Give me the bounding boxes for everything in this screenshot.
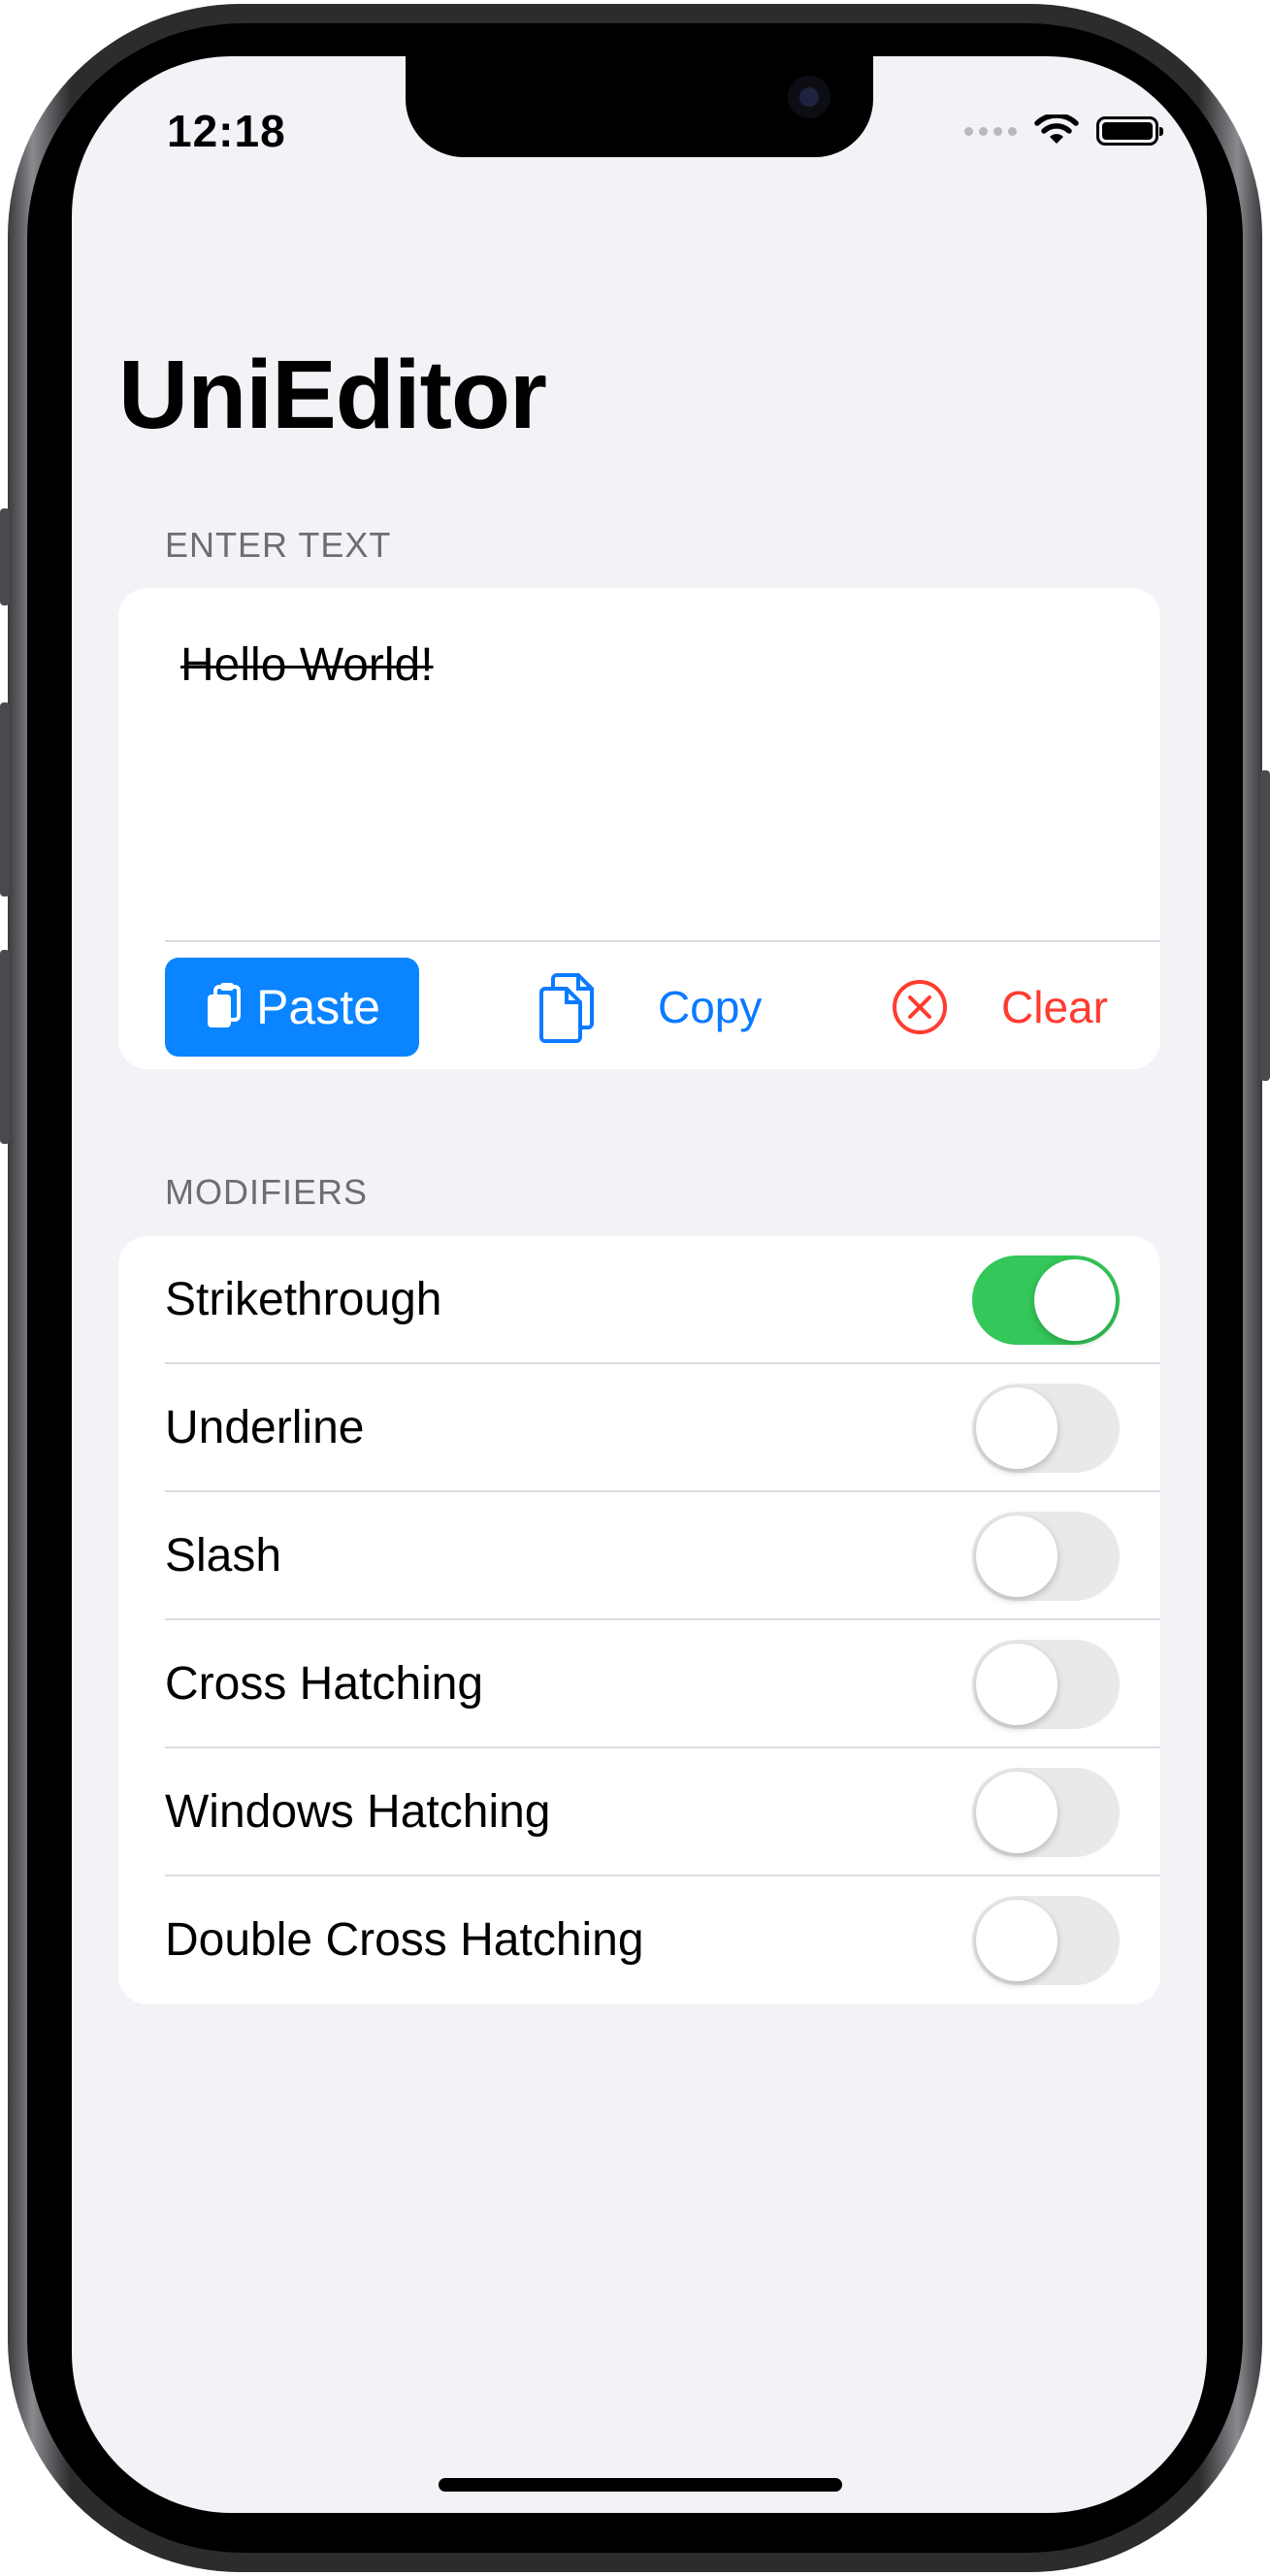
- status-icons: [964, 114, 1163, 147]
- modifiers-list: Strikethrough Underline Slash Cross Hatc…: [118, 1236, 1160, 2005]
- enter-text-header: ENTER TEXT: [165, 525, 392, 565]
- modifier-label: Windows Hatching: [165, 1786, 551, 1838]
- home-indicator[interactable]: [439, 2478, 842, 2492]
- modifier-row-slash[interactable]: Slash: [118, 1492, 1160, 1620]
- mute-switch: [0, 508, 10, 605]
- copy-icon: [539, 973, 594, 1043]
- clear-icon: [893, 980, 947, 1034]
- modifier-label: Underline: [165, 1402, 365, 1453]
- volume-down-button: [0, 950, 10, 1144]
- modifier-label: Slash: [165, 1530, 282, 1581]
- modifier-row-cross-hatching[interactable]: Cross Hatching: [118, 1620, 1160, 1748]
- modifier-label: Double Cross Hatching: [165, 1914, 644, 1966]
- underline-toggle[interactable]: [972, 1384, 1120, 1473]
- modifier-label: Strikethrough: [165, 1274, 442, 1325]
- copy-label: Copy: [658, 982, 763, 1032]
- windows-hatching-toggle[interactable]: [972, 1768, 1120, 1857]
- divider: [165, 940, 1160, 942]
- modifier-row-double-cross-hatching[interactable]: Double Cross Hatching: [118, 1876, 1160, 2005]
- paste-icon: [208, 983, 242, 1027]
- paste-button[interactable]: Paste: [165, 958, 419, 1057]
- double-cross-hatching-toggle[interactable]: [972, 1896, 1120, 1985]
- modifiers-header: MODIFIERS: [165, 1172, 369, 1212]
- modifier-label: Cross Hatching: [165, 1658, 484, 1710]
- text-input[interactable]: Hello World!: [180, 638, 434, 692]
- notch: [406, 56, 873, 157]
- battery-icon: [1096, 116, 1163, 146]
- cross-hatching-toggle[interactable]: [972, 1640, 1120, 1729]
- status-time: 12:18: [167, 106, 286, 156]
- wifi-icon: [1034, 114, 1079, 144]
- paste-label: Paste: [256, 980, 380, 1034]
- clear-button[interactable]: Clear: [891, 958, 1108, 1057]
- text-input-card: Hello World! Paste Copy Clear: [118, 588, 1160, 1069]
- modifier-row-windows-hatching[interactable]: Windows Hatching: [118, 1748, 1160, 1876]
- cellular-icon: [964, 126, 1017, 136]
- power-button: [1260, 770, 1270, 1081]
- slash-toggle[interactable]: [972, 1512, 1120, 1601]
- modifier-row-strikethrough[interactable]: Strikethrough: [118, 1236, 1160, 1364]
- front-camera: [788, 76, 830, 118]
- screen: 12:18 UniEditor ENTER TEXT Hello World! …: [72, 56, 1207, 2513]
- strikethrough-toggle[interactable]: [972, 1255, 1120, 1345]
- volume-up-button: [0, 702, 10, 897]
- modifier-row-underline[interactable]: Underline: [118, 1364, 1160, 1492]
- page-title: UniEditor: [118, 341, 547, 449]
- clear-label: Clear: [1001, 982, 1108, 1032]
- copy-button[interactable]: Copy: [539, 958, 762, 1057]
